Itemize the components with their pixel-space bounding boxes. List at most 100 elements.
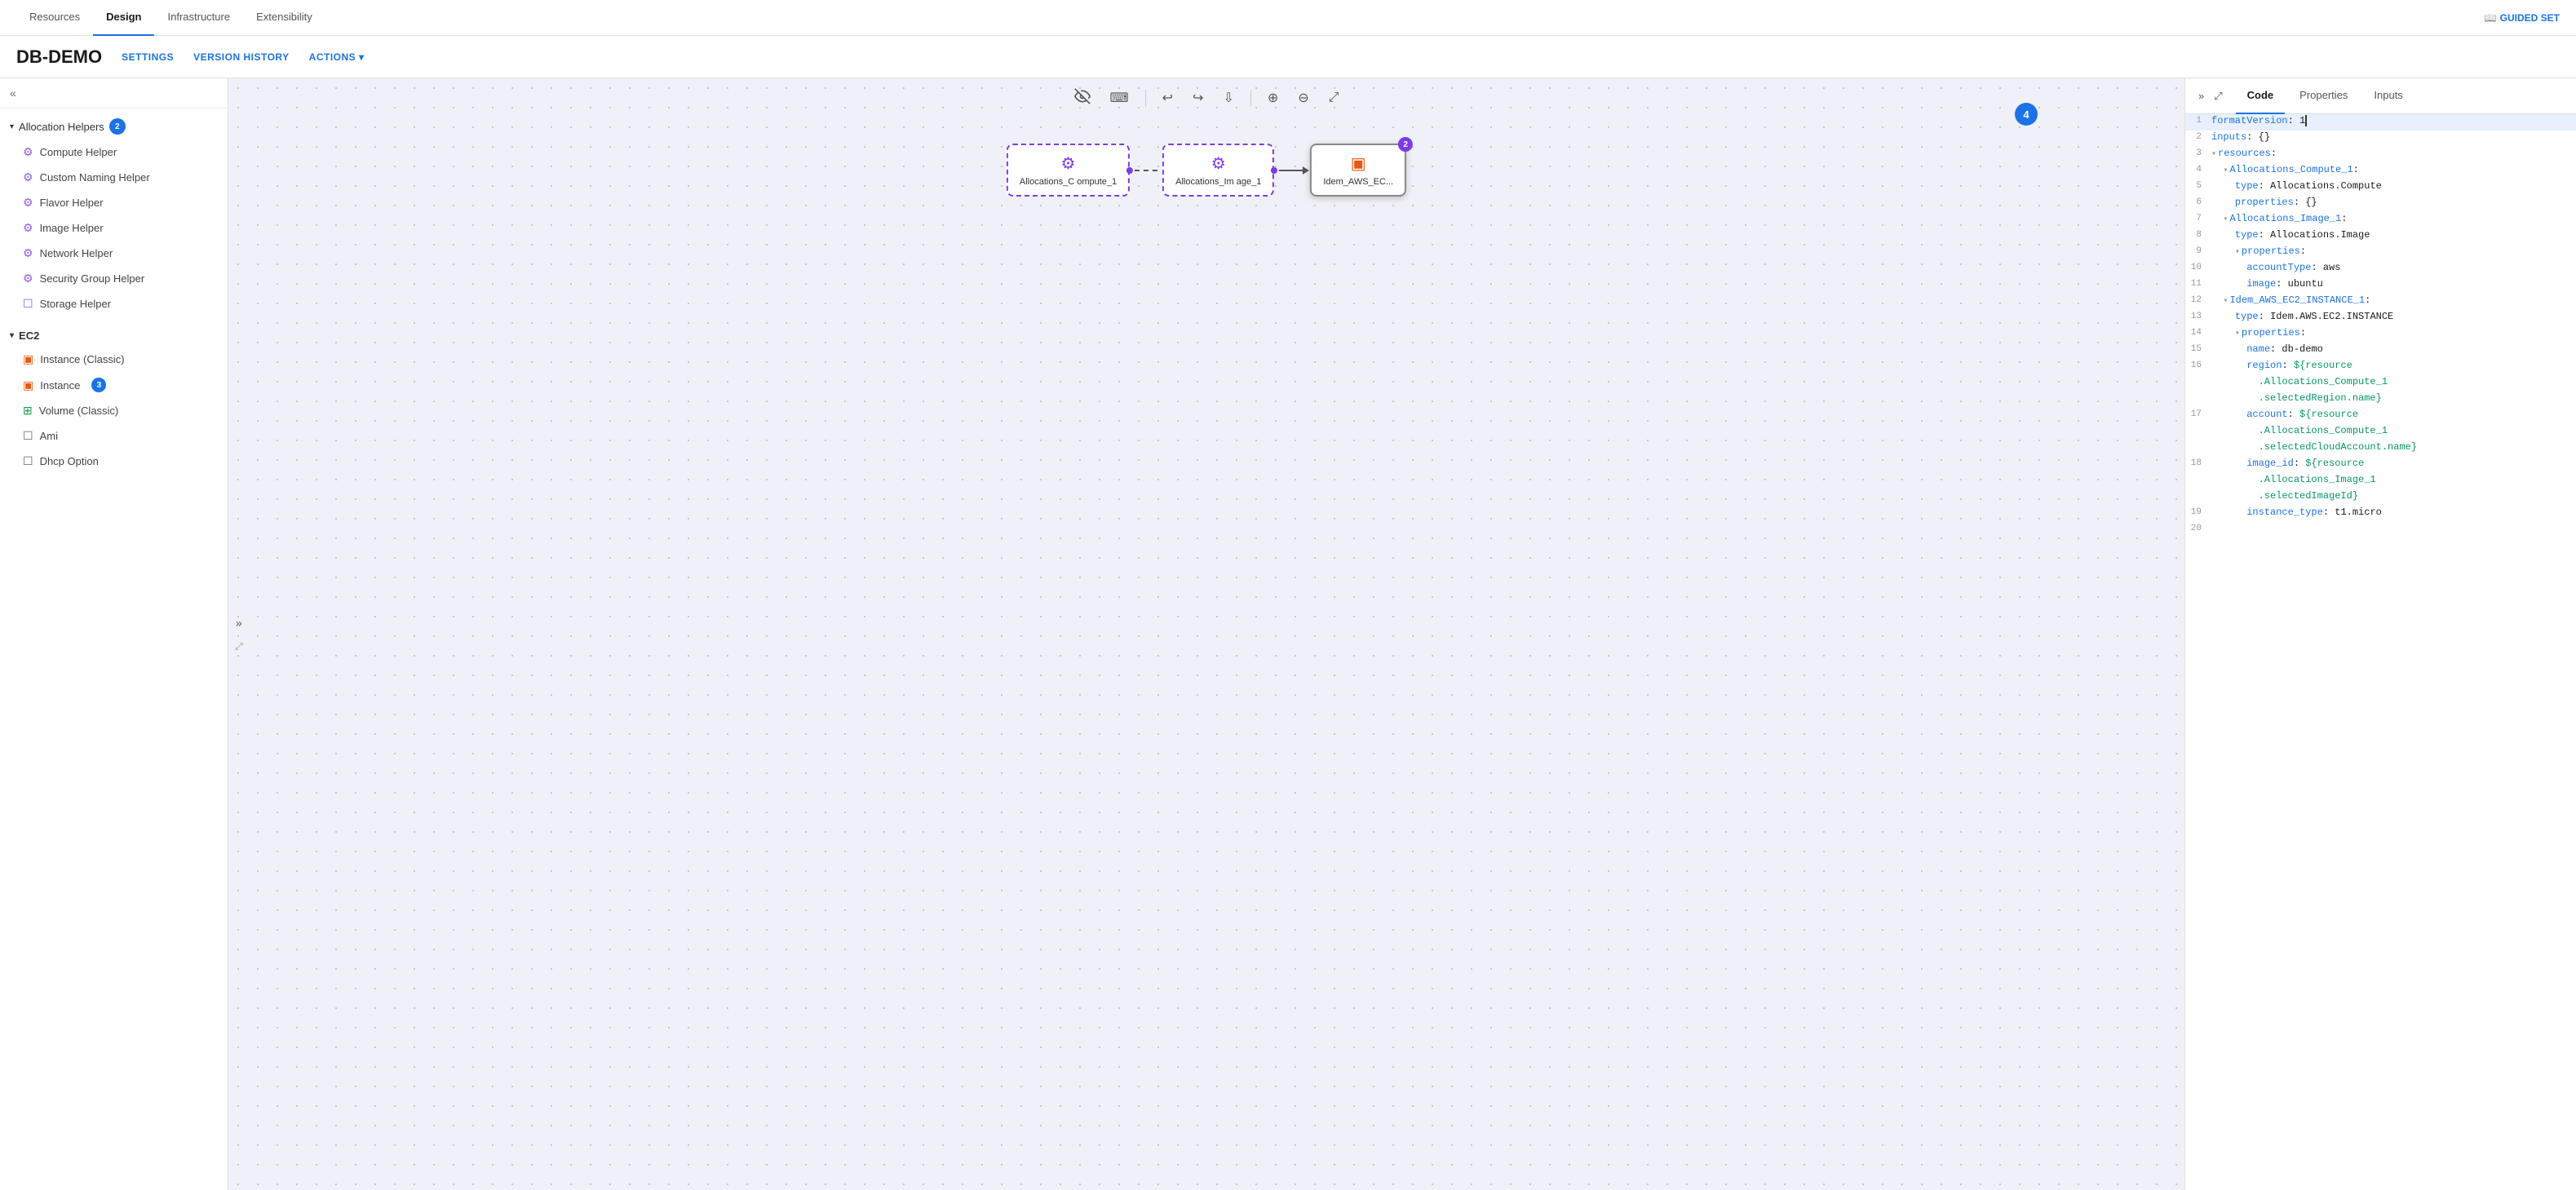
allocation-helpers-label: Allocation Helpers [19,121,104,133]
tab-inputs[interactable]: Inputs [2362,78,2414,114]
volume-classic-icon: ⊞ [23,404,33,418]
code-line-10: 10 accountType: aws [2185,261,2576,277]
custom-naming-icon: ⚙ [23,170,33,184]
version-history-action[interactable]: VERSION HISTORY [193,51,290,63]
tab-properties[interactable]: Properties [2288,78,2359,114]
code-line-16: 16 region: ${resource [2185,359,2576,375]
code-line-19: 19 instance_type: t1.micro [2185,506,2576,522]
nav-infrastructure[interactable]: Infrastructure [154,0,243,36]
ec2-label: EC2 [19,330,39,342]
ec2-chevron-icon: ▾ [10,331,14,340]
storage-helper-icon: ☐ [23,297,33,311]
dhcp-option-icon: ☐ [23,454,33,468]
nav-design[interactable]: Design [93,0,154,36]
sidebar-collapse-button[interactable]: « [10,86,16,100]
flavor-helper-icon: ⚙ [23,196,33,210]
guided-set-button[interactable]: 📖 GUIDED SET [2485,12,2560,24]
header-bar: DB-DEMO SETTINGS VERSION HISTORY ACTIONS [0,36,2576,78]
sidebar-item-network-helper[interactable]: ⚙ Network Helper [0,241,228,266]
ec2-node-label: Idem_AWS_EC... [1323,177,1393,187]
panel-expand-button[interactable]: » [232,613,246,632]
undo-button[interactable]: ↩ [1156,85,1180,111]
code-line-9: 9 ▾properties: [2185,245,2576,261]
app-title: DB-DEMO [16,46,102,68]
code-line-17a: .Allocations_Compute_1 [2185,424,2576,440]
tab-code[interactable]: Code [2236,78,2286,114]
actions-dropdown[interactable]: ACTIONS [309,51,365,63]
top-nav: Resources Design Infrastructure Extensib… [0,0,2576,36]
code-line-14: 14 ▾properties: [2185,326,2576,343]
network-helper-label: Network Helper [40,247,113,259]
ami-icon: ☐ [23,429,33,443]
sidebar-item-flavor-helper[interactable]: ⚙ Flavor Helper [0,190,228,215]
main-layout: « ▾ Allocation Helpers 2 ⚙ Compute Helpe… [0,78,2576,1190]
instance-classic-icon: ▣ [23,352,33,366]
toolbar-divider-1 [1145,90,1146,106]
node-connector-right [1126,167,1133,174]
image-helper-icon: ⚙ [23,221,33,235]
node-allocations-compute[interactable]: ⚙ Allocations_C ompute_1 [1007,144,1130,197]
node-idem-ec2[interactable]: ▣ Idem_AWS_EC... 2 [1310,144,1406,197]
zoom-in-button[interactable]: ⊕ [1261,85,1285,111]
chevron-down-icon: ▾ [10,122,14,131]
ec2-node-icon: ▣ [1351,153,1366,174]
code-line-8: 8 type: Allocations.Image [2185,228,2576,245]
sidebar-item-image-helper[interactable]: ⚙ Image Helper [0,215,228,241]
sidebar-item-ami[interactable]: ☐ Ami [0,423,228,449]
code-line-16a: .Allocations_Compute_1 [2185,375,2576,392]
visibility-toggle-button[interactable] [1068,83,1097,113]
image-node-label: Allocations_Im age_1 [1175,177,1261,187]
volume-classic-label: Volume (Classic) [39,405,119,417]
arrow-line [1279,170,1305,171]
sidebar: « ▾ Allocation Helpers 2 ⚙ Compute Helpe… [0,78,228,1190]
allocation-helpers-badge: 2 [109,118,126,135]
code-line-17b: .selectedCloudAccount.name} [2185,440,2576,457]
node-box-ec2[interactable]: ▣ Idem_AWS_EC... [1310,144,1406,197]
code-line-7: 7 ▾Allocations_Image_1: [2185,212,2576,228]
compute-helper-icon: ⚙ [23,145,33,159]
code-line-18: 18 image_id: ${resource [2185,457,2576,473]
sidebar-item-storage-helper[interactable]: ☐ Storage Helper [0,291,228,316]
nav-resources[interactable]: Resources [16,0,93,36]
instance-badge: 3 [91,378,106,392]
panel-pin-button[interactable]: » [2195,88,2207,104]
ec2-group[interactable]: ▾ EC2 [0,323,228,347]
instance-label: Instance [40,379,80,392]
code-line-5: 5 type: Allocations.Compute [2185,179,2576,196]
node-connector-right-2 [1271,167,1277,174]
panel-collapse-button[interactable]: ⤢ [232,637,246,656]
node-box-image[interactable]: ⚙ Allocations_Im age_1 [1162,144,1274,197]
code-line-3: 3 ▾resources: [2185,147,2576,163]
ec2-section: ▾ EC2 ▣ Instance (Classic) ▣ Instance 3 … [0,320,228,477]
panel-side-buttons: » ⤢ [2195,88,2226,104]
zoom-out-button[interactable]: ⊖ [1291,85,1315,111]
compute-helper-label: Compute Helper [40,146,117,158]
fit-button[interactable]: ⇩ [1216,85,1240,111]
keyboard-shortcut-button[interactable]: ⌨ [1104,85,1135,111]
node-box-compute[interactable]: ⚙ Allocations_C ompute_1 [1007,144,1130,197]
sidebar-item-instance[interactable]: ▣ Instance 3 [0,372,228,398]
allocation-helpers-group[interactable]: ▾ Allocation Helpers 2 [0,112,228,139]
sidebar-item-volume-classic[interactable]: ⊞ Volume (Classic) [0,398,228,423]
nav-extensibility[interactable]: Extensibility [243,0,325,36]
sidebar-item-custom-naming-helper[interactable]: ⚙ Custom Naming Helper [0,165,228,190]
connector-arrow [1279,170,1305,171]
sidebar-item-instance-classic[interactable]: ▣ Instance (Classic) [0,347,228,372]
fullscreen-button[interactable]: ⤢ [1322,86,1346,110]
code-line-20: 20 [2185,522,2576,538]
instance-icon: ▣ [23,378,33,392]
dhcp-option-label: Dhcp Option [40,455,99,467]
node-allocations-image[interactable]: ⚙ Allocations_Im age_1 [1162,144,1274,197]
network-helper-icon: ⚙ [23,246,33,260]
sidebar-item-dhcp-option[interactable]: ☐ Dhcp Option [0,449,228,474]
book-icon: 📖 [2485,12,2497,24]
sidebar-item-compute-helper[interactable]: ⚙ Compute Helper [0,139,228,165]
panel-resize-button[interactable]: ⤢ [2211,88,2225,104]
sidebar-item-security-group-helper[interactable]: ⚙ Security Group Helper [0,266,228,291]
code-panel: » ⤢ Code Properties Inputs 1 formatVersi… [2184,78,2576,1190]
canvas-side-panel-btns: » ⤢ [228,609,250,659]
code-line-6: 6 properties: {} [2185,196,2576,212]
connector-1-2 [1135,170,1157,171]
settings-action[interactable]: SETTINGS [122,51,174,63]
redo-button[interactable]: ↪ [1186,85,1210,111]
